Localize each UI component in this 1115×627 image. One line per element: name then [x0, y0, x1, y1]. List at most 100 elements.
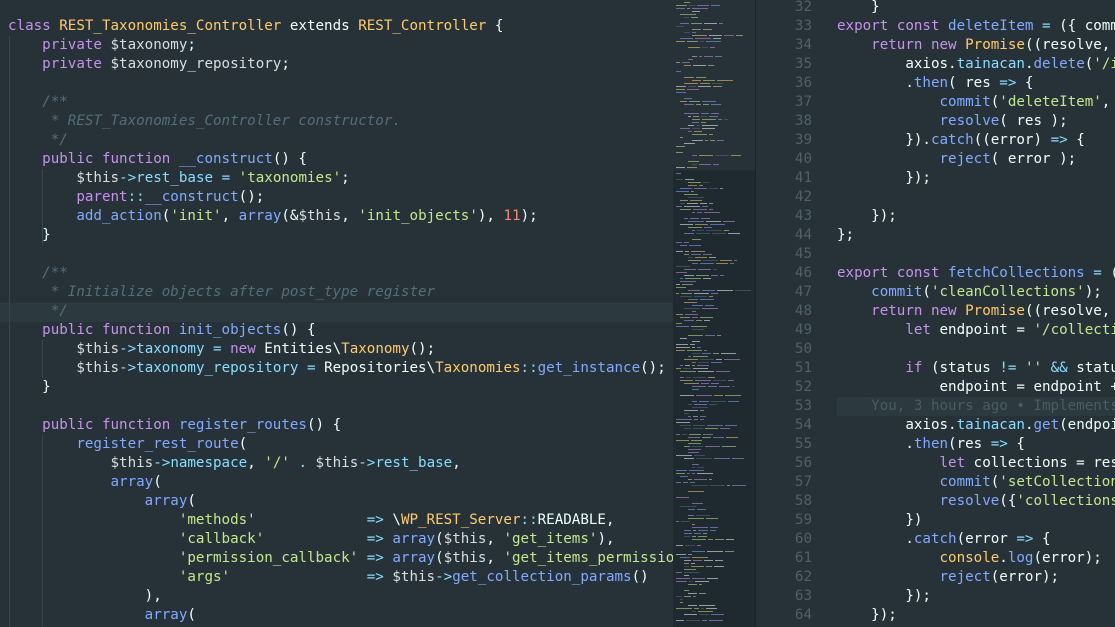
code-token: resolve — [939, 113, 1000, 129]
code-line[interactable]: }); — [837, 169, 931, 188]
minimap-line — [713, 380, 726, 381]
code-line[interactable]: export const deleteItem = ({ commit }, i… — [837, 17, 1115, 36]
code-line[interactable]: return new Promise((resolve, reject) => … — [837, 36, 1115, 55]
minimap-line — [681, 521, 690, 522]
code-line[interactable]: * REST_Taxonomies_Controller constructor… — [8, 112, 673, 131]
minimap-line — [709, 35, 722, 36]
code-line[interactable]: parent::__construct(); — [8, 188, 673, 207]
code-line[interactable]: 'permission_callback' => array($this, 'g… — [8, 549, 673, 568]
code-line[interactable]: }); — [837, 207, 897, 226]
code-line[interactable]: }) — [837, 511, 922, 530]
minimap-line — [692, 365, 695, 366]
code-line[interactable]: class REST_Taxonomies_Controller extends… — [8, 17, 673, 36]
minimap-line — [692, 557, 708, 558]
minimap-line — [692, 305, 703, 306]
minimap-line — [676, 251, 683, 252]
code-line[interactable]: let endpoint = '/collections?paged=' — [837, 321, 1115, 340]
code-token: $this — [298, 208, 342, 224]
minimap-line — [731, 155, 741, 156]
code-line[interactable]: reject(error); — [837, 568, 1060, 587]
code-line[interactable]: } — [8, 378, 673, 397]
code-line[interactable]: /** — [8, 93, 673, 112]
code-line[interactable]: 'methods' => \WP_REST_Server::READABLE, — [8, 511, 673, 530]
code-line[interactable]: commit('deleteItem', { id: itemId }); — [837, 93, 1115, 112]
code-line[interactable]: $this->rest_base = 'taxonomies'; — [8, 169, 673, 188]
code-line[interactable]: axios.tainacan.get(endpoint) — [837, 416, 1115, 435]
minimap[interactable] — [673, 0, 756, 627]
line-number: 63 — [794, 588, 812, 604]
minimap-line — [684, 194, 698, 195]
code-line[interactable]: */ — [8, 302, 673, 321]
code-line[interactable]: public function init_objects() { — [8, 321, 673, 340]
code-line[interactable]: }); — [837, 587, 931, 606]
minimap-line — [692, 401, 697, 402]
code-line[interactable] — [8, 397, 673, 416]
js-editor-pane[interactable]: 32 }33export const deleteItem = ({ commi… — [756, 0, 1115, 627]
code-token: 'get_items' — [503, 531, 598, 547]
line-number: 52 — [794, 379, 812, 395]
code-token: return new — [871, 303, 966, 319]
minimap-line — [734, 260, 737, 261]
minimap-line — [718, 119, 722, 120]
code-line[interactable]: .catch(error => { — [837, 530, 1050, 549]
code-line[interactable]: .then(res => { — [837, 435, 1025, 454]
minimap-line — [692, 32, 696, 33]
code-line[interactable]: } — [837, 0, 880, 17]
code-line[interactable]: public function register_routes() { — [8, 416, 673, 435]
code-line[interactable]: private $taxonomy_repository; — [8, 55, 673, 74]
code-token: Repositories\ — [324, 360, 436, 376]
minimap-line — [684, 206, 700, 207]
minimap-line — [688, 509, 695, 510]
code-line[interactable]: }; — [837, 226, 854, 245]
minimap-line — [691, 251, 705, 252]
code-line[interactable]: You, 3 hours ago • Implements status — [837, 397, 1115, 416]
code-line[interactable]: $this->namespace, '/' . $this->rest_base… — [8, 454, 673, 473]
line-number: 55 — [794, 436, 812, 452]
code-line[interactable]: return new Promise((resolve, reject) => … — [837, 302, 1115, 321]
code-line[interactable]: 'args' => $this->get_collection_params() — [8, 568, 673, 587]
code-line[interactable]: axios.tainacan.delete('/items/' + itemId… — [837, 55, 1115, 74]
code-token: 'taxonomies' — [238, 170, 342, 186]
code-line[interactable]: array( — [8, 473, 673, 492]
code-line[interactable]: $this->taxonomy = new Entities\Taxonomy(… — [8, 340, 673, 359]
code-line[interactable] — [8, 245, 673, 264]
php-editor-pane[interactable]: class REST_Taxonomies_Controller extends… — [0, 0, 673, 627]
code-line[interactable]: }); — [837, 606, 897, 625]
code-line[interactable]: export const fetchCollections = ({ commi… — [837, 264, 1115, 283]
code-line[interactable]: register_rest_route( — [8, 435, 673, 454]
code-line[interactable]: $this->taxonomy_repository = Repositorie… — [8, 359, 673, 378]
code-line[interactable]: /** — [8, 264, 673, 283]
code-line[interactable]: } — [8, 226, 673, 245]
minimap-line — [703, 533, 707, 534]
minimap-line — [694, 131, 702, 132]
code-line[interactable]: commit('cleanCollections'); — [837, 283, 1102, 302]
code-line[interactable]: */ — [8, 131, 673, 150]
code-line[interactable]: 'callback' => array($this, 'get_items'), — [8, 530, 673, 549]
code-line[interactable]: }).catch((error) => { — [837, 131, 1084, 150]
code-line[interactable]: let collections = res.data; — [837, 454, 1115, 473]
minimap-viewport[interactable] — [673, 0, 756, 170]
code-line[interactable]: ), — [8, 587, 673, 606]
code-line[interactable] — [8, 74, 673, 93]
code-line[interactable]: resolve({'collections': collections}); — [837, 492, 1115, 511]
code-line[interactable]: console.log(error); — [837, 549, 1102, 568]
code-line[interactable]: .then( res => { — [837, 74, 1033, 93]
code-line[interactable]: commit('setCollections', collections); — [837, 473, 1115, 492]
code-line[interactable]: if (status != '' && status != undefined) — [837, 359, 1115, 378]
code-line[interactable]: array( — [8, 492, 673, 511]
code-line[interactable]: private $taxonomy; — [8, 36, 673, 55]
code-token: -> — [435, 569, 453, 585]
code-line[interactable]: array( — [8, 606, 673, 625]
minimap-line — [696, 458, 712, 459]
code-line[interactable]: resolve( res ); — [837, 112, 1068, 131]
code-line[interactable]: endpoint = endpoint + '&status=' — [837, 378, 1115, 397]
code-line[interactable]: add_action('init', array(&$this, 'init_o… — [8, 207, 673, 226]
code-line[interactable]: public function __construct() { — [8, 150, 673, 169]
code-line[interactable]: * Initialize objects after post_type reg… — [8, 283, 673, 302]
code-line[interactable]: reject( error ); — [837, 150, 1077, 169]
